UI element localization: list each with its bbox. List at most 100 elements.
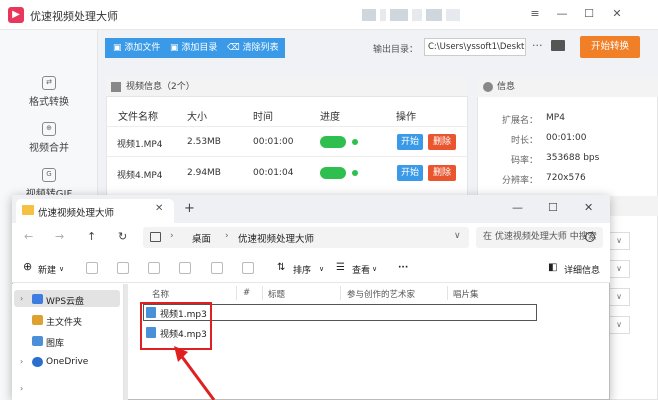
details-pane-icon: ◧	[548, 262, 558, 273]
row-2-start-button[interactable]: 开始	[397, 165, 423, 181]
view-button[interactable]: 查看	[352, 263, 370, 276]
row-2-time: 00:01:04	[253, 168, 294, 178]
refresh-icon[interactable]: ↻	[118, 230, 127, 243]
open-folder-icon[interactable]	[551, 40, 565, 51]
paste-icon[interactable]	[148, 262, 160, 274]
forward-arrow-icon[interactable]: →	[55, 230, 64, 243]
info-gear-icon	[483, 82, 493, 92]
address-chevron-down-icon[interactable]: ∨	[454, 231, 461, 241]
clear-list-button[interactable]: ⌫ 清除列表	[221, 38, 285, 58]
share-icon[interactable]	[211, 262, 223, 274]
sort-button[interactable]: 排序	[293, 263, 311, 276]
minimize-button[interactable]: —	[553, 6, 571, 22]
explorer-close-button[interactable]: ✕	[584, 201, 593, 214]
add-file-button[interactable]: ▣ 添加文件	[107, 38, 167, 58]
new-button[interactable]: 新建	[38, 263, 56, 276]
rename-icon[interactable]	[179, 262, 191, 274]
maximize-button[interactable]: ☐	[580, 6, 598, 22]
info-val-ext: MP4	[546, 113, 565, 123]
col-time: 时间	[253, 112, 273, 123]
row-divider	[106, 126, 468, 127]
output-dir-label: 输出目录：	[373, 45, 419, 55]
col-action: 操作	[396, 112, 416, 123]
row-1-start-button[interactable]: 开始	[397, 134, 423, 150]
info-key-duration: 时长：	[510, 136, 538, 146]
col-title[interactable]: 标题	[268, 288, 285, 300]
breadcrumb-chevron-icon: ›	[225, 231, 229, 241]
col-album[interactable]: 唱片集	[453, 288, 479, 300]
col-artists[interactable]: 参与创作的艺术家	[347, 288, 415, 300]
new-tab-icon[interactable]: +	[184, 201, 195, 216]
info-key-resolution: 分辨率：	[501, 176, 538, 186]
new-plus-icon: ⊕	[23, 260, 33, 273]
expand-chevron-icon[interactable]: ›	[20, 384, 23, 393]
start-convert-button[interactable]: 开始转换	[580, 36, 640, 58]
nav-scrollbar[interactable]	[124, 284, 128, 400]
breadcrumb-desktop[interactable]: 桌面	[192, 231, 211, 245]
more-options-button[interactable]: ···	[398, 263, 408, 273]
option-dropdown[interactable]: ∨	[608, 232, 630, 250]
back-arrow-icon[interactable]: ←	[24, 230, 33, 243]
menu-icon[interactable]: ≡	[526, 6, 544, 22]
cloud-icon	[32, 294, 43, 304]
row-divider	[106, 156, 468, 157]
cut-icon[interactable]	[86, 262, 98, 274]
video-panel-icon	[111, 82, 121, 92]
app-title: 优速视频处理大师	[30, 10, 118, 23]
up-arrow-icon[interactable]: ↑	[87, 230, 96, 243]
nav-item-wps-cloud[interactable]: WPS云盘	[46, 294, 84, 307]
folder-icon	[22, 205, 34, 215]
output-path-field[interactable]: C:\Users\yssoft1\Deskt	[424, 38, 526, 56]
breadcrumb-folder[interactable]: 优速视频处理大师	[238, 231, 314, 245]
option-dropdown[interactable]: ∨	[608, 288, 630, 306]
col-divider	[236, 286, 237, 300]
row-1-name: 视频1.MP4	[117, 140, 163, 150]
option-dropdown[interactable]: ∨	[608, 316, 630, 334]
row-1-delete-button[interactable]: 删除	[428, 134, 456, 150]
highlight-annotation-box	[140, 302, 212, 350]
row-2-name: 视频4.MP4	[117, 171, 163, 181]
row-1-size: 2.53MB	[187, 137, 221, 147]
close-button[interactable]: ✕	[608, 6, 626, 22]
row-1-status-dot	[352, 139, 358, 145]
breadcrumb-chevron-icon: ›	[170, 231, 174, 241]
col-name[interactable]: 名称	[152, 288, 169, 300]
expand-chevron-icon[interactable]: ›	[20, 357, 23, 366]
delete-icon[interactable]	[242, 262, 254, 274]
copy-icon[interactable]	[117, 262, 129, 274]
sidebar-item-video-merge[interactable]: ⊕ 视频合并	[0, 122, 98, 154]
row-1-progress-bar	[320, 136, 346, 148]
info-subheader	[610, 196, 658, 216]
video-panel-header: 视频信息（2个）	[106, 77, 468, 97]
nav-item-onedrive[interactable]: OneDrive	[46, 357, 88, 367]
search-input[interactable]: 在 优速视频处理大师 中搜索	[476, 227, 603, 248]
search-icon	[585, 232, 595, 242]
browse-dots-button[interactable]: ···	[532, 39, 543, 52]
col-filename: 文件名称	[118, 112, 158, 123]
app-logo-icon: ▶	[8, 7, 24, 23]
nav-item-gallery[interactable]: 图库	[46, 336, 64, 349]
add-directory-button[interactable]: ▣ 添加目录	[164, 38, 224, 58]
col-size: 大小	[187, 112, 207, 123]
sort-icon: ⇅	[277, 262, 286, 273]
nav-item-home[interactable]: 主文件夹	[46, 315, 82, 328]
titlebar-decoration	[362, 9, 462, 21]
row-2-delete-button[interactable]: 删除	[428, 165, 456, 181]
explorer-maximize-button[interactable]: ☐	[548, 201, 558, 214]
row-2-progress-bar	[320, 167, 346, 179]
sidebar-item-format-convert[interactable]: ⇄ 格式转换	[0, 76, 98, 108]
col-divider	[340, 286, 341, 300]
expand-chevron-icon[interactable]: ›	[20, 294, 23, 303]
col-number[interactable]: #	[243, 288, 250, 298]
explorer-minimize-button[interactable]: —	[512, 201, 523, 214]
option-dropdown[interactable]: ∨	[608, 260, 630, 278]
tab-close-icon[interactable]: ✕	[155, 203, 163, 214]
col-divider	[262, 286, 263, 300]
info-val-duration: 00:01:00	[546, 133, 587, 143]
view-icon: ☰	[336, 262, 345, 273]
col-progress: 进度	[320, 112, 340, 123]
row-2-size: 2.94MB	[187, 168, 221, 178]
home-icon	[32, 315, 43, 325]
details-button[interactable]: 详细信息	[564, 263, 600, 276]
chevron-down-icon: ∨	[319, 265, 325, 273]
